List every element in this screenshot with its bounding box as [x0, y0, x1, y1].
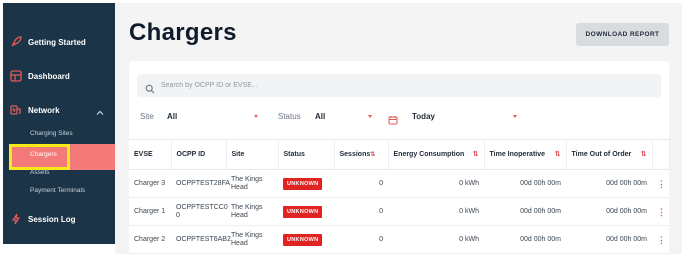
column-header-actions: [652, 139, 670, 170]
cell-time-out-of-order: 00d 00h 00m: [566, 197, 652, 226]
site-filter-select[interactable]: All: [167, 112, 177, 121]
sidebar-item-label: Network: [28, 105, 60, 115]
cell-energy: 0 kWh: [388, 197, 484, 226]
chevron-up-icon[interactable]: [95, 105, 105, 115]
site-dropdown-caret-icon[interactable]: [254, 115, 258, 118]
column-header-energy[interactable]: Energy Consumption ⇅: [388, 139, 485, 170]
cell-evse: Charger 1: [129, 197, 171, 226]
cell-energy: 0 kWh: [388, 225, 484, 254]
status-badge: UNKNOWN: [283, 205, 323, 218]
cell-ocpp-id: OCPPTESTCC0 0: [171, 197, 228, 226]
search-icon: [145, 81, 155, 93]
column-header-sessions[interactable]: Sessions⇅: [334, 139, 389, 170]
rocket-icon: [10, 36, 22, 48]
more-options-icon[interactable]: ⋮: [652, 197, 669, 226]
column-header-time-out-of-order[interactable]: Time Out of Order ⇅: [566, 139, 653, 170]
cell-status: UNKNOWN: [278, 197, 334, 226]
cell-site: The Kings Head: [226, 197, 278, 226]
cell-site: The Kings Head: [226, 169, 278, 198]
sidebar-subitem-charging-sites[interactable]: Charging Sites: [30, 130, 73, 137]
page-title: Chargers: [129, 19, 237, 46]
cell-sessions: 0: [334, 197, 388, 226]
cell-evse: Charger 3: [129, 169, 171, 198]
bolt-icon: [10, 213, 22, 225]
cell-sessions: 0: [334, 225, 388, 254]
cell-time-inoperative: 00d 00h 00m: [484, 169, 566, 198]
table-row[interactable]: Charger 3 OCPPTEST28FA The Kings Head UN…: [129, 169, 669, 198]
sidebar-item-label: Dashboard: [28, 71, 70, 81]
site-filter-label: Site: [140, 112, 154, 121]
main-content: Chargers DOWNLOAD REPORT Site All Status…: [115, 3, 682, 254]
table-row[interactable]: Charger 2 OCPPTEST6AB2 The Kings Head UN…: [129, 225, 669, 254]
filter-bar: Site All Status All Today: [129, 112, 669, 126]
cell-time-out-of-order: 00d 00h 00m: [566, 169, 652, 198]
sidebar-item-dashboard[interactable]: Dashboard: [3, 67, 115, 85]
search-input[interactable]: [161, 82, 641, 89]
calendar-icon[interactable]: [388, 112, 398, 125]
sidebar-subitem-assets[interactable]: Assets: [30, 169, 50, 176]
download-report-button[interactable]: DOWNLOAD REPORT: [576, 23, 669, 46]
status-badge: UNKNOWN: [283, 233, 323, 246]
sort-icon[interactable]: ⇅: [641, 151, 647, 159]
chargers-card: Site All Status All Today: [129, 61, 670, 254]
status-filter-label: Status: [278, 112, 301, 121]
sidebar-subitem-payment-terminals[interactable]: Payment Terminals: [30, 187, 85, 194]
column-header-ocpp-id[interactable]: OCPP ID: [171, 139, 227, 170]
dashboard-icon: [10, 70, 22, 82]
status-filter-select[interactable]: All: [315, 112, 325, 121]
network-icon: [10, 104, 22, 116]
cell-ocpp-id: OCPPTEST6AB2: [171, 225, 231, 254]
status-badge: UNKNOWN: [283, 177, 323, 190]
sidebar-item-label: Session Log: [28, 214, 76, 224]
cell-energy: 0 kWh: [388, 169, 484, 198]
sidebar-subitem-chargers[interactable]: Chargers: [30, 151, 57, 158]
column-header-time-inoperative[interactable]: Time Inoperative ⇅: [484, 139, 567, 170]
chargers-table: EVSE OCPP ID Site Status Sessions⇅ Energ…: [129, 139, 670, 254]
cell-sessions: 0: [334, 169, 388, 198]
status-dropdown-caret-icon[interactable]: [368, 115, 372, 118]
more-options-icon[interactable]: ⋮: [652, 169, 669, 198]
table-row[interactable]: Charger 1 OCPPTESTCC0 0 The Kings Head U…: [129, 197, 669, 226]
sort-icon[interactable]: ⇅: [473, 151, 479, 159]
column-header-status[interactable]: Status: [278, 139, 335, 170]
sort-icon[interactable]: ⇅: [370, 152, 375, 158]
sidebar: Getting Started Dashboard Network Chargi…: [3, 3, 115, 244]
cell-time-out-of-order: 00d 00h 00m: [566, 225, 652, 254]
cell-ocpp-id: OCPPTEST28FA: [171, 169, 230, 198]
date-dropdown-caret-icon[interactable]: [513, 115, 517, 118]
cell-time-inoperative: 00d 00h 00m: [484, 225, 566, 254]
sidebar-item-network[interactable]: Network: [3, 101, 115, 119]
date-filter-select[interactable]: Today: [412, 112, 435, 121]
more-options-icon[interactable]: ⋮: [652, 225, 669, 254]
column-header-site[interactable]: Site: [226, 139, 279, 170]
table-header-row: EVSE OCPP ID Site Status Sessions⇅ Energ…: [129, 139, 670, 170]
cell-status: UNKNOWN: [278, 225, 334, 254]
search-bar[interactable]: [137, 74, 661, 97]
cell-time-inoperative: 00d 00h 00m: [484, 197, 566, 226]
sidebar-item-label: Getting Started: [28, 37, 86, 47]
sidebar-item-getting-started[interactable]: Getting Started: [3, 33, 115, 51]
column-header-evse[interactable]: EVSE: [129, 139, 172, 170]
sort-icon[interactable]: ⇅: [555, 151, 561, 159]
cell-site: The Kings Head: [226, 225, 278, 254]
cell-status: UNKNOWN: [278, 169, 334, 198]
cell-evse: Charger 2: [129, 225, 171, 254]
sidebar-item-session-log[interactable]: Session Log: [3, 210, 115, 228]
